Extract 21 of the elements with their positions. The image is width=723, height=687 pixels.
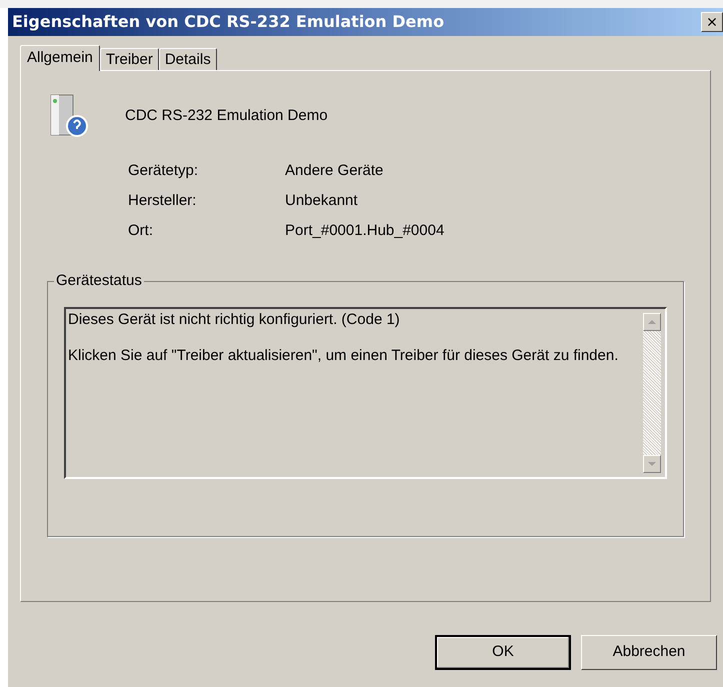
property-value: Unbekannt [285,191,358,211]
property-label: Hersteller: [128,191,198,211]
scroll-down-button[interactable] [643,455,661,473]
tab[interactable]: Allgemein [20,45,100,71]
window-title: Eigenschaften von CDC RS-232 Emulation Demo [12,11,444,33]
close-button[interactable]: × [701,12,723,32]
status-message: Klicken Sie auf "Treiber aktualisieren", um einen Treiber für dieses Gerät zu finden. [68,347,620,365]
property-label: Gerätetyp: [128,161,200,181]
device-name: CDC RS-232 Emulation Demo [125,106,328,126]
property-value: Andere Geräte [285,161,384,181]
up-arrow-icon [648,320,656,324]
property-value: Port_#0001.Hub_#0004 [285,221,444,241]
status-message: Dieses Gerät ist nicht richtig konfiguriert. (Code 1) [68,311,401,329]
tab[interactable]: Treiber [100,48,159,70]
dialog-button[interactable]: Abbrechen [581,635,717,670]
down-arrow-icon [648,462,656,466]
property-label: Ort: [128,221,154,241]
dialog-button[interactable]: OK [435,635,571,670]
tab[interactable]: Details [158,48,217,70]
scrollbar[interactable] [643,313,661,473]
scroll-up-button[interactable] [643,313,661,331]
